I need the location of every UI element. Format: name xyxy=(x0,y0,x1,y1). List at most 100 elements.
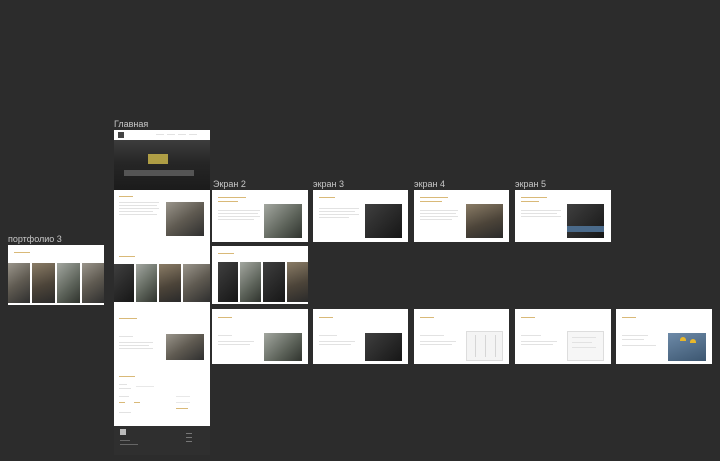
text-line xyxy=(119,202,159,204)
text-line xyxy=(119,211,153,213)
service-name xyxy=(622,339,644,341)
screen2-about-frame[interactable] xyxy=(212,190,308,242)
portfolio-strip xyxy=(8,263,104,303)
footer-link[interactable] xyxy=(120,444,138,446)
nav-item[interactable] xyxy=(189,134,197,136)
form-label xyxy=(119,388,131,390)
photo-accent xyxy=(567,226,604,232)
text-line xyxy=(119,336,133,338)
service-name xyxy=(218,335,232,337)
services-photo xyxy=(166,334,204,360)
text-line xyxy=(218,219,254,221)
form-label xyxy=(119,384,127,386)
title-bar xyxy=(420,201,442,203)
service-frame-1[interactable] xyxy=(212,309,308,364)
text-line xyxy=(319,211,355,213)
helmet-shape xyxy=(680,337,686,341)
text-line xyxy=(622,345,656,347)
interior-photo xyxy=(466,204,503,238)
service-frame-4[interactable] xyxy=(515,309,611,364)
screen3-frame[interactable] xyxy=(313,190,408,242)
service-name xyxy=(622,335,648,337)
text-line xyxy=(521,216,561,218)
footer xyxy=(114,426,210,455)
blueprint-line xyxy=(495,335,496,357)
text-line xyxy=(521,344,553,346)
doc-line xyxy=(572,337,596,339)
footer-link[interactable] xyxy=(186,437,192,439)
title-bar xyxy=(218,201,238,203)
helmet-shape xyxy=(690,339,696,343)
interior-photo xyxy=(567,204,604,238)
blueprint-line xyxy=(485,335,486,357)
submit-button[interactable] xyxy=(176,408,188,410)
hero-image xyxy=(114,140,210,190)
form-label xyxy=(119,412,131,414)
form-label xyxy=(119,396,129,398)
frame-label-screen4[interactable]: экран 4 xyxy=(414,180,445,189)
text-line xyxy=(420,213,456,215)
title-bar xyxy=(420,317,434,319)
frame-label-screen5[interactable]: экран 5 xyxy=(515,180,546,189)
blueprint-image xyxy=(466,331,503,361)
frame-label-portfolio3[interactable]: портфолио 3 xyxy=(8,235,62,244)
title-bar xyxy=(218,317,232,319)
hero-desk xyxy=(124,170,194,176)
nav-item[interactable] xyxy=(167,134,175,136)
nav-item[interactable] xyxy=(178,134,186,136)
main-portfolio-overlay xyxy=(114,258,210,304)
logo-grid-icon[interactable] xyxy=(118,132,124,138)
text-line xyxy=(218,344,250,346)
text-line xyxy=(119,342,153,344)
frame-label-screen2[interactable]: Экран 2 xyxy=(213,180,246,189)
interior-photo xyxy=(365,204,402,238)
title-bar xyxy=(319,197,335,199)
footer-logo-grid-icon[interactable] xyxy=(120,429,126,435)
nav-item[interactable] xyxy=(156,134,164,136)
workers-photo xyxy=(668,333,706,361)
screen2-portfolio-frame[interactable] xyxy=(212,246,308,304)
text-line xyxy=(521,341,557,343)
service-frame-5[interactable] xyxy=(616,309,712,364)
frame-label-main[interactable]: Главная xyxy=(114,120,148,129)
frame-label-screen3[interactable]: экран 3 xyxy=(313,180,344,189)
form-field[interactable] xyxy=(176,402,190,404)
document-image xyxy=(567,331,604,361)
blueprint-line xyxy=(475,335,476,357)
portfolio-strip xyxy=(218,262,308,302)
text-line xyxy=(319,344,351,346)
title-bar xyxy=(218,253,234,255)
text-line xyxy=(420,210,458,212)
text-line xyxy=(319,341,355,343)
doc-line xyxy=(572,342,592,344)
service-image xyxy=(365,333,402,361)
hero-light-accent xyxy=(148,154,168,164)
service-frame-2[interactable] xyxy=(313,309,408,364)
footer-link[interactable] xyxy=(186,433,192,435)
screen5-frame[interactable] xyxy=(515,190,611,242)
footer-link[interactable] xyxy=(186,441,192,443)
form-field[interactable] xyxy=(176,396,190,398)
service-image xyxy=(264,333,302,361)
screen4-frame[interactable] xyxy=(414,190,509,242)
footer-link[interactable] xyxy=(120,440,130,442)
text-line xyxy=(319,208,359,210)
text-line xyxy=(420,216,458,218)
text-line xyxy=(218,341,254,343)
portfolio3-frame[interactable] xyxy=(8,245,104,305)
text-line xyxy=(420,341,456,343)
text-line xyxy=(119,208,159,210)
contacts-title-bar xyxy=(119,376,135,378)
text-line xyxy=(319,214,359,216)
text-line xyxy=(218,213,258,215)
option-chip[interactable] xyxy=(119,402,125,404)
text-line xyxy=(420,344,452,346)
text-line xyxy=(521,213,557,215)
service-name xyxy=(521,335,541,337)
option-chip[interactable] xyxy=(134,402,140,404)
text-line xyxy=(319,217,349,219)
office-photo xyxy=(264,204,302,238)
service-frame-3[interactable] xyxy=(414,309,509,364)
form-field[interactable] xyxy=(136,386,154,388)
text-line xyxy=(119,214,157,216)
